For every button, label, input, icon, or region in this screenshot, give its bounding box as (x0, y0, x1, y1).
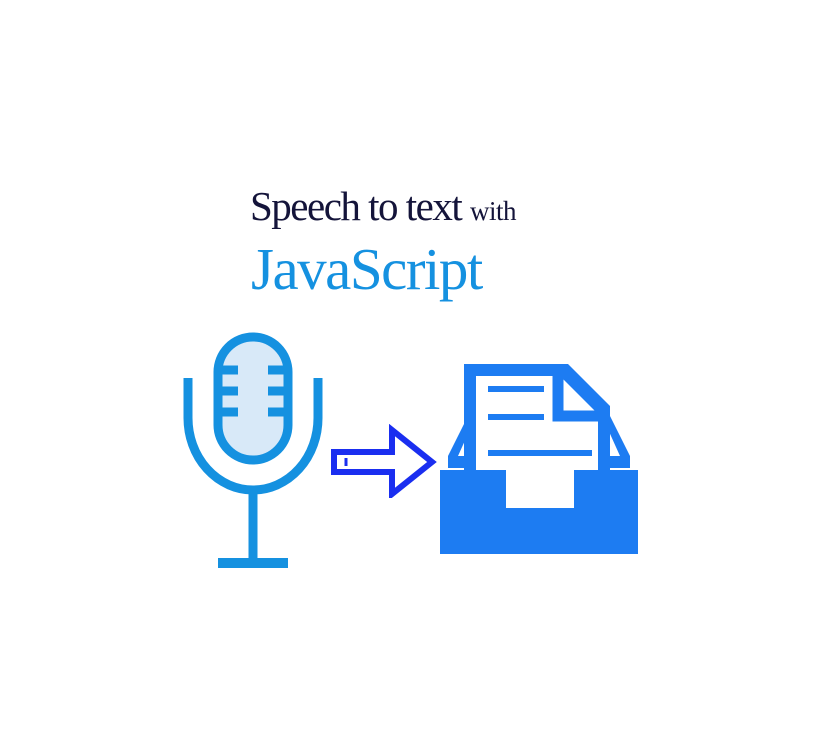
document-tray-icon (440, 364, 638, 554)
right-arrow-icon (331, 424, 437, 498)
title-main-text: Speech to text (250, 183, 471, 229)
title-language-text: JavaScript (251, 236, 483, 302)
microphone-icon (183, 332, 323, 568)
page-title: Speech to text with (250, 183, 517, 229)
title-with-text: with (470, 196, 517, 226)
